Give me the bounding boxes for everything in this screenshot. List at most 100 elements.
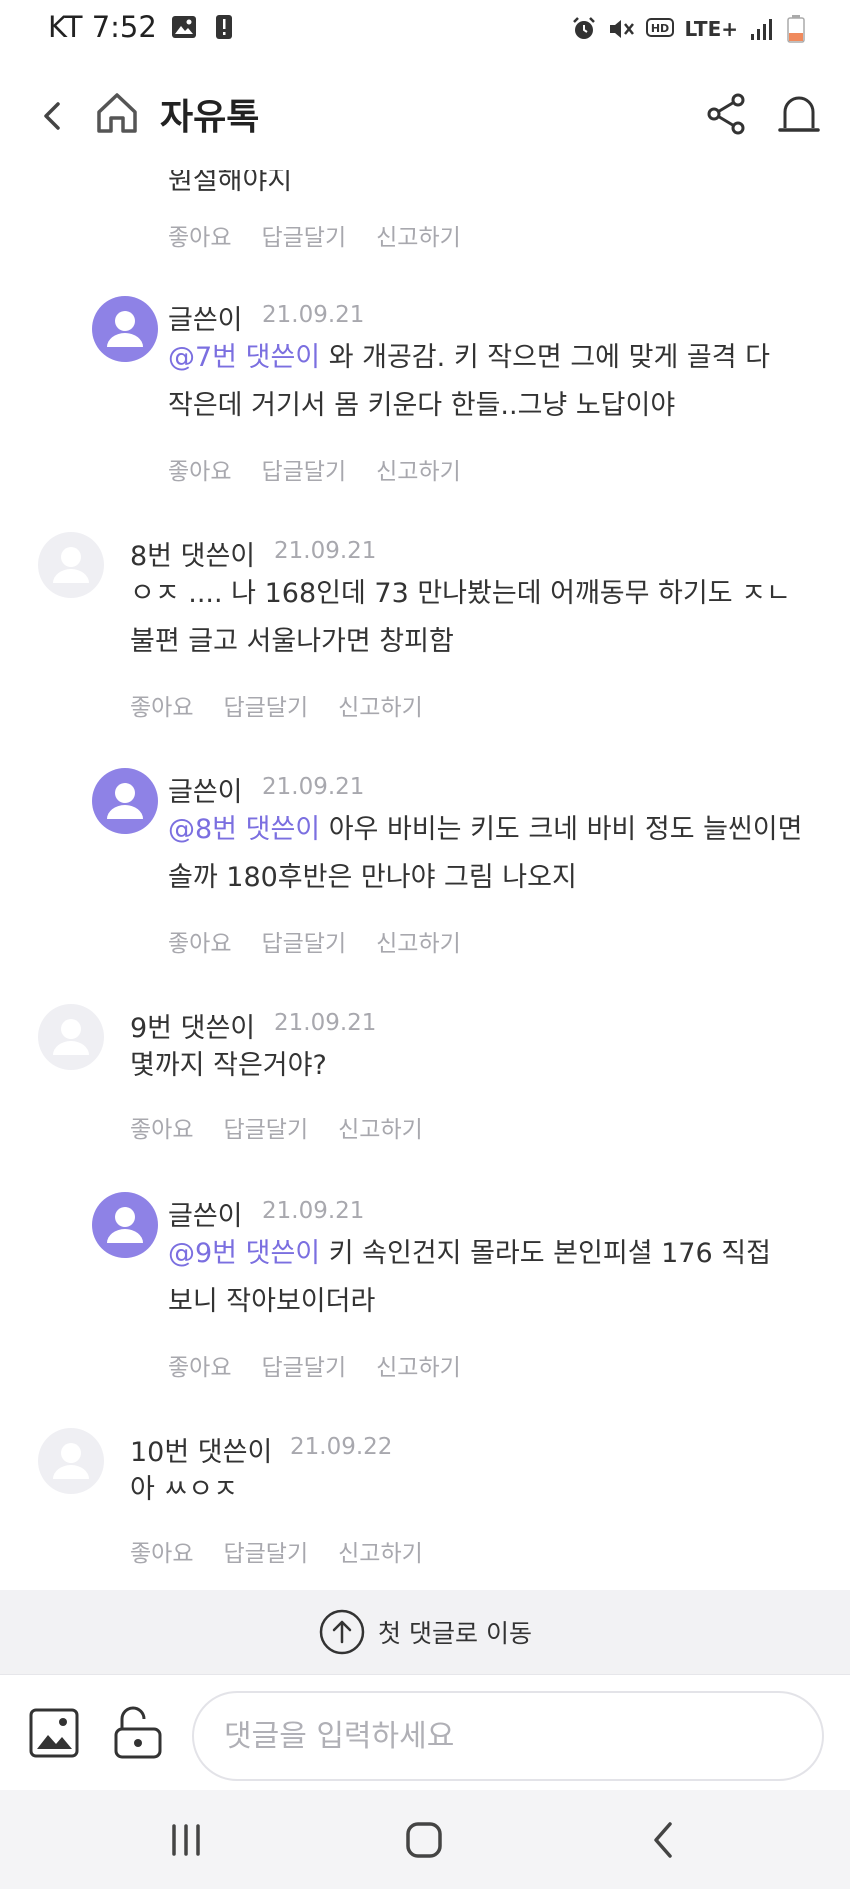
user-silhouette-icon [107,783,143,819]
comment-body: 아 ㅆㅇㅈ [130,1466,810,1514]
comment-line-1: 몇까지 작은거야? [130,1050,327,1081]
comment-line-1: 와 개공감. 키 작으면 그에 맞게 골격 다 [320,342,770,373]
comment-date: 21.09.21 [274,1010,377,1036]
comment-list[interactable]: 원설해야지 좋아요 답글달기 신고하기 글쓴이 21.09.21 @7번 댓쓴이… [0,170,850,1590]
report-button[interactable]: 신고하기 [338,1110,423,1144]
comment-actions: 좋아요 답글달기 신고하기 [168,924,461,958]
comment-body: 몇까지 작은거야? [130,1042,810,1090]
system-nav-bar [0,1790,850,1889]
comment-line-1: ㅇㅈ .... 나 168인데 73 만나봤는데 어깨동무 하기도 ㅈㄴ [130,578,791,609]
comment-author: 글쓴이 [168,1201,243,1232]
comment-body: @9번 댓쓴이 키 속인건지 몰라도 본인피셜 176 직접 보니 작아보이더라 [168,1230,848,1326]
app-header: 자유톡 [0,60,850,170]
like-button[interactable]: 좋아요 [168,1348,231,1382]
reply-button[interactable]: 답글달기 [261,924,346,958]
svg-text:HD: HD [650,22,668,35]
comment-date: 21.09.21 [274,538,377,564]
comment-line-1: 아우 바비는 키도 크네 바비 정도 늘씬이면 [320,814,803,845]
mute-icon [609,20,634,38]
status-left: KT 7:52 [48,10,237,44]
page-title: 자유톡 [160,97,260,138]
comment-date: 21.09.21 [262,302,365,328]
back-button-icon[interactable] [642,1818,686,1862]
report-button[interactable]: 신고하기 [338,1534,423,1568]
siren-report-icon[interactable] [776,90,822,136]
reply-button[interactable]: 답글달기 [261,1348,346,1382]
comment-actions: 좋아요 답글달기 신고하기 [168,452,461,486]
comment-author: 8번 댓쓴이 [130,541,256,572]
like-button[interactable]: 좋아요 [168,924,231,958]
reply-button[interactable]: 답글달기 [223,688,308,722]
comment-line-2: 작은데 거기서 몸 키운다 한들..그냥 노답이야 [168,390,676,421]
partial-comment-text: 원설해야지 [168,170,293,196]
like-button[interactable]: 좋아요 [130,688,193,722]
share-icon[interactable] [704,92,748,136]
avatar [92,296,158,362]
comment-body: @7번 댓쓴이 와 개공감. 키 작으면 그에 맞게 골격 다 작은데 거기서 … [168,334,848,430]
comment-date: 21.09.22 [290,1434,393,1460]
user-silhouette-icon [107,1207,143,1243]
network-label: LTE+ [684,17,739,41]
user-silhouette-icon [53,1019,89,1055]
comment-date: 21.09.21 [262,1198,365,1224]
comment-actions: 좋아요 답글달기 신고하기 [168,1348,461,1382]
signal-icon [751,19,772,40]
alarm-icon [572,17,595,39]
unlock-icon[interactable] [108,1703,166,1761]
like-button[interactable]: 좋아요 [168,452,231,486]
home-icon[interactable] [94,90,140,136]
report-button[interactable]: 신고하기 [338,688,423,722]
avatar [38,1428,104,1494]
comment-line-1: 키 속인건지 몰라도 본인피셜 176 직접 [320,1238,771,1269]
report-button[interactable]: 신고하기 [376,218,461,252]
comment-actions: 좋아요 답글달기 신고하기 [130,1534,423,1568]
report-button[interactable]: 신고하기 [376,452,461,486]
comment-author: 글쓴이 [168,305,243,336]
comment-actions: 좋아요 답글달기 신고하기 [130,688,423,722]
mention-link[interactable]: @9번 댓쓴이 [168,1238,320,1269]
report-button[interactable]: 신고하기 [376,924,461,958]
reply-button[interactable]: 답글달기 [223,1110,308,1144]
comment-line-1: 아 ㅆㅇㅈ [130,1474,238,1505]
comment-author: 9번 댓쓴이 [130,1013,256,1044]
reply-button[interactable]: 답글달기 [223,1534,308,1568]
comment-date: 21.09.21 [262,774,365,800]
jump-to-first-comment-button[interactable]: 첫 댓글로 이동 [0,1590,850,1674]
report-button[interactable]: 신고하기 [376,1348,461,1382]
comment-line-2: 보니 작아보이더라 [168,1286,376,1317]
back-arrow-icon[interactable] [32,96,72,136]
reply-button[interactable]: 답글달기 [261,218,346,252]
reply-button[interactable]: 답글달기 [261,452,346,486]
like-button[interactable]: 좋아요 [130,1110,193,1144]
comment-body: ㅇㅈ .... 나 168인데 73 만나봤는데 어깨동무 하기도 ㅈㄴ 불편 … [130,570,830,666]
photo-attach-icon[interactable] [28,1707,80,1759]
comment-author: 10번 댓쓴이 [130,1437,273,1468]
avatar [38,1004,104,1070]
comment-input[interactable] [192,1691,824,1781]
battery-icon [787,15,805,43]
like-button[interactable]: 좋아요 [130,1534,193,1568]
hd-call-icon: HD [645,18,674,37]
avatar [38,532,104,598]
user-silhouette-icon [53,547,89,583]
comment-body: @8번 댓쓴이 아우 바비는 키도 크네 바비 정도 늘씬이면 솔까 180후반… [168,806,848,902]
comment-actions: 좋아요 답글달기 신고하기 [130,1110,423,1144]
carrier-time: KT 7:52 [48,10,157,44]
mention-link[interactable]: @8번 댓쓴이 [168,814,320,845]
status-right: HD LTE+ [571,14,807,44]
like-button[interactable]: 좋아요 [168,218,231,252]
gallery-notification-icon [171,16,196,38]
jump-label: 첫 댓글로 이동 [378,1619,532,1648]
arrow-up-circle-icon [319,1609,365,1655]
user-silhouette-icon [107,311,143,347]
mention-link[interactable]: @7번 댓쓴이 [168,342,320,373]
alert-notification-icon [215,15,232,39]
avatar [92,768,158,834]
avatar [92,1192,158,1258]
recent-apps-icon[interactable] [164,1818,208,1862]
home-button-icon[interactable] [402,1818,446,1862]
comment-actions: 좋아요 답글달기 신고하기 [168,218,461,252]
comment-line-2: 불편 글고 서울나가면 창피함 [130,626,454,657]
comment-author: 글쓴이 [168,777,243,808]
comment-line-2: 솔까 180후반은 만나야 그림 나오지 [168,862,577,893]
